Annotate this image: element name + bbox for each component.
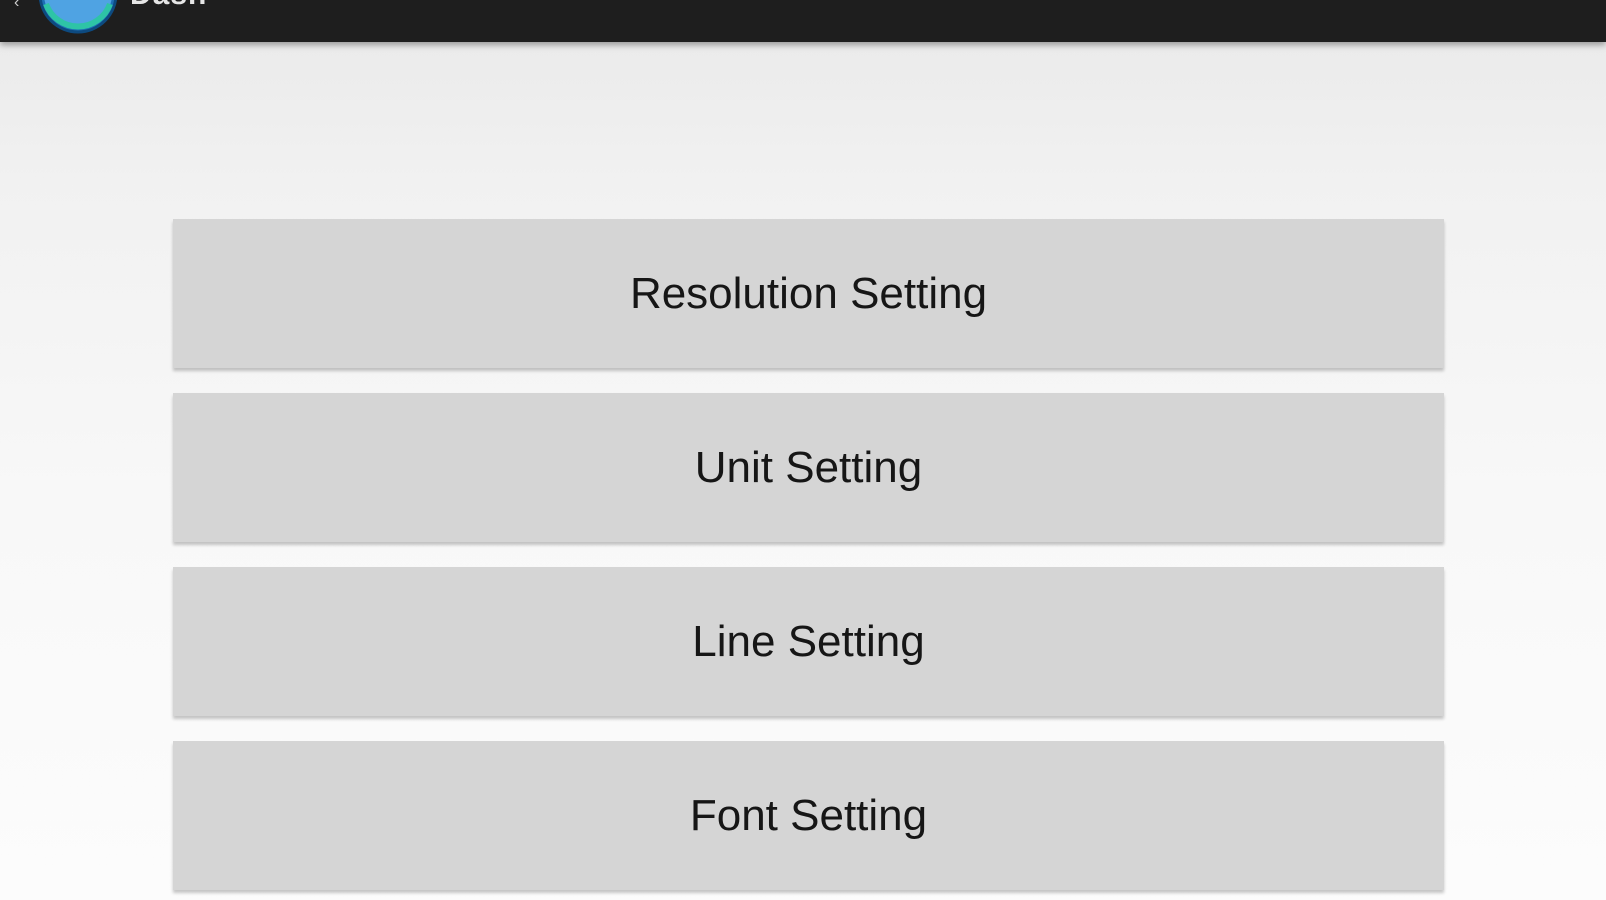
button-label: Resolution Setting <box>629 268 988 318</box>
unit-setting-button[interactable]: Unit Setting <box>173 393 1444 542</box>
settings-menu: Resolution Setting Unit Setting Line Set… <box>173 219 1444 900</box>
action-bar: ‹ Dash <box>0 0 1606 42</box>
button-label: Unit Setting <box>694 442 923 492</box>
font-setting-button[interactable]: Font Setting <box>173 741 1444 890</box>
button-label: Line Setting <box>692 616 925 666</box>
button-label: Font Setting <box>689 790 928 840</box>
app-logo-icon[interactable] <box>38 0 118 34</box>
app-title: Dash <box>130 0 207 12</box>
back-chevron-icon[interactable]: ‹ <box>14 0 28 11</box>
line-setting-button[interactable]: Line Setting <box>173 567 1444 716</box>
resolution-setting-button[interactable]: Resolution Setting <box>173 219 1444 368</box>
